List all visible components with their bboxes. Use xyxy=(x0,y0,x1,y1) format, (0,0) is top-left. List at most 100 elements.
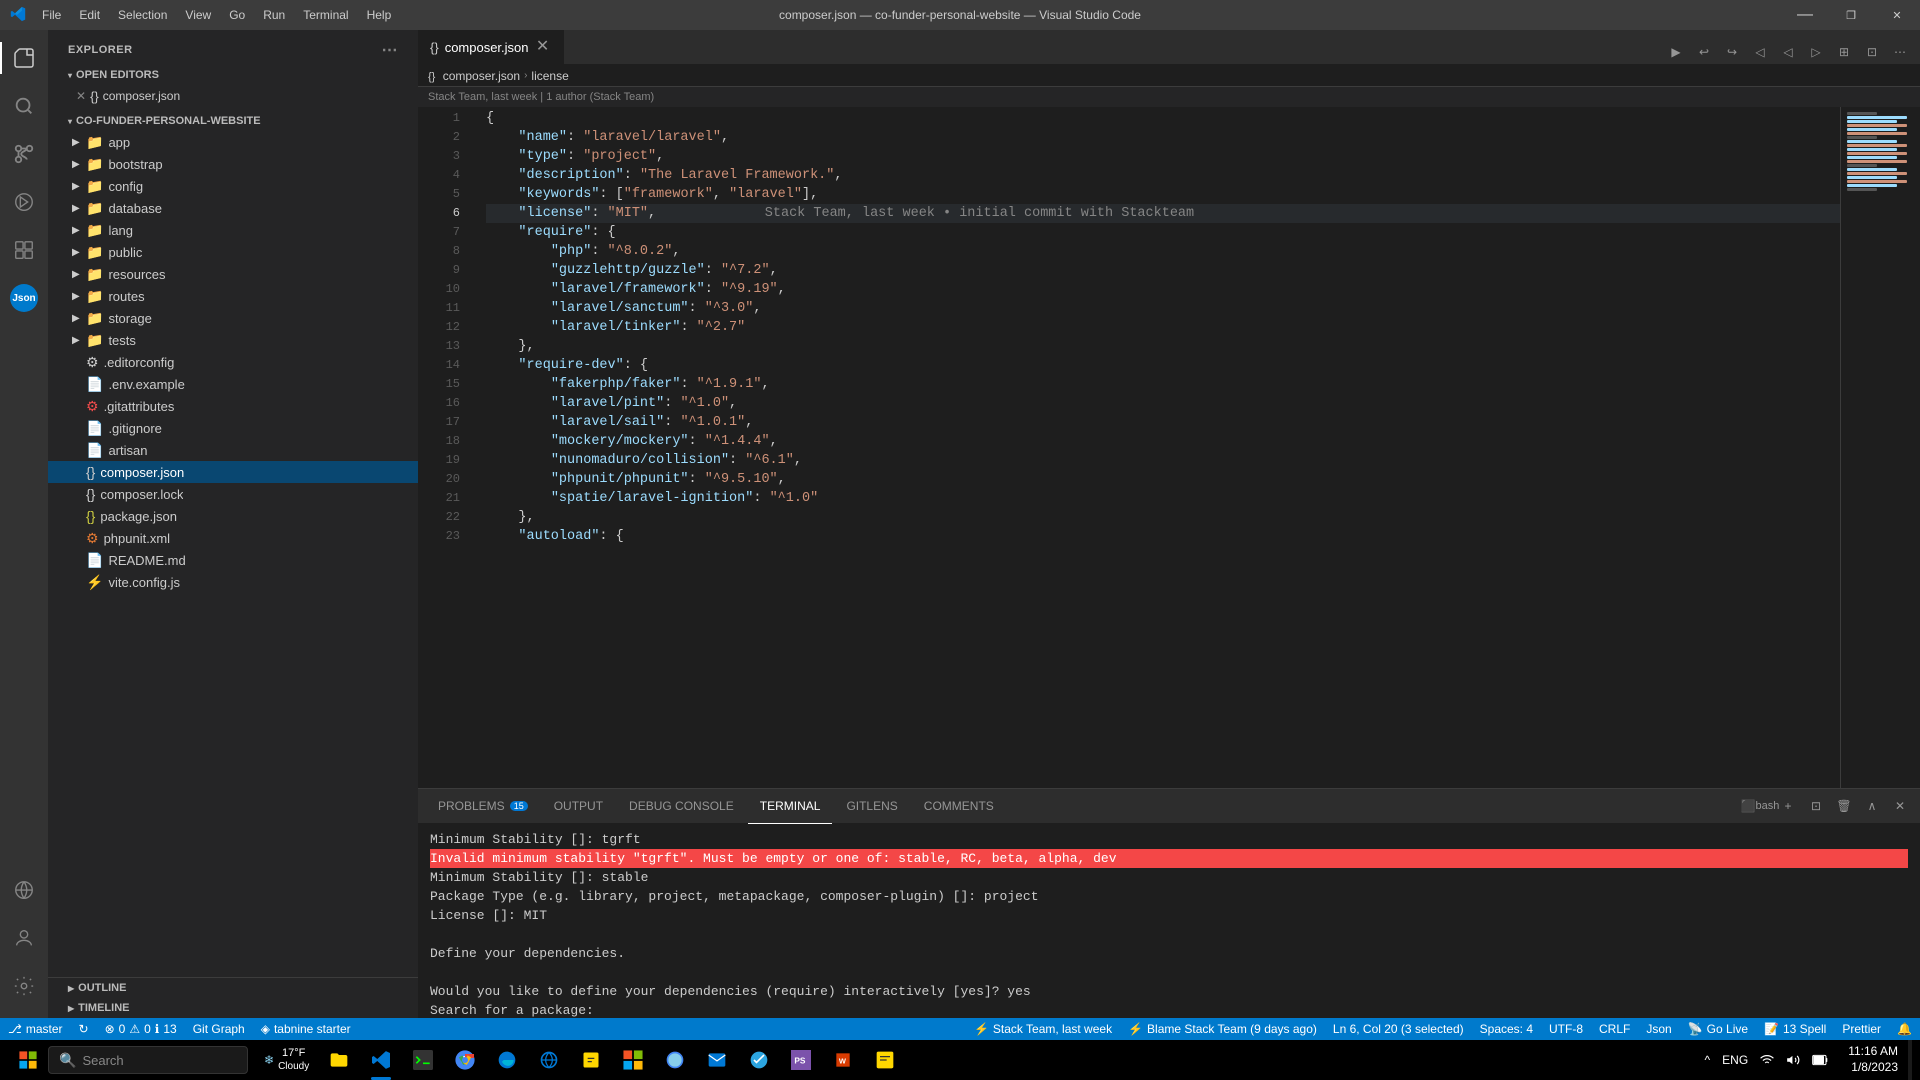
status-prettier[interactable]: Prettier xyxy=(1834,1018,1889,1040)
open-in-browser[interactable]: ⊞ xyxy=(1832,40,1856,64)
activity-remote[interactable] xyxy=(0,866,48,914)
split-terminal[interactable]: ⊡ xyxy=(1804,794,1828,818)
taskbar-clock[interactable]: 11:16 AM 1/8/2023 xyxy=(1840,1044,1906,1075)
code-content[interactable]: { "name": "laravel/laravel", "type": "pr… xyxy=(470,107,1840,788)
status-spaces[interactable]: Spaces: 4 xyxy=(1472,1018,1541,1040)
maximize-button[interactable]: ❐ xyxy=(1828,0,1874,30)
tree-item-viteconfig[interactable]: ⚡ vite.config.js xyxy=(48,571,418,593)
nav-next[interactable]: ▷ xyxy=(1804,40,1828,64)
tree-item-composer-json[interactable]: {} composer.json xyxy=(48,461,418,483)
status-line-ending[interactable]: CRLF xyxy=(1591,1018,1638,1040)
timeline-section[interactable]: ▶ TIMELINE xyxy=(48,998,418,1018)
taskbar-search-box[interactable]: 🔍 Search xyxy=(48,1046,248,1074)
menu-terminal[interactable]: Terminal xyxy=(295,6,356,24)
tree-item-gitignore[interactable]: 📄 .gitignore xyxy=(48,417,418,439)
tray-lang[interactable]: ENG xyxy=(1718,1053,1752,1067)
tree-item-config[interactable]: ▶ 📁 config xyxy=(48,175,418,197)
tree-item-artisan[interactable]: 📄 artisan xyxy=(48,439,418,461)
split-editor[interactable]: ⊡ xyxy=(1860,40,1884,64)
status-encoding[interactable]: UTF-8 xyxy=(1541,1018,1591,1040)
taskbar-terminal[interactable] xyxy=(403,1040,443,1080)
tree-item-editorconfig[interactable]: ⚙ .editorconfig xyxy=(48,351,418,373)
tree-item-envexample[interactable]: 📄 .env.example xyxy=(48,373,418,395)
debug-back[interactable]: ↩ xyxy=(1692,40,1716,64)
tray-volume[interactable] xyxy=(1782,1053,1804,1067)
activity-git[interactable] xyxy=(0,130,48,178)
tree-item-resources[interactable]: ▶ 📁 resources xyxy=(48,263,418,285)
close-panel[interactable]: ✕ xyxy=(1888,794,1912,818)
tree-item-package-json[interactable]: {} package.json xyxy=(48,505,418,527)
tree-item-routes[interactable]: ▶ 📁 routes xyxy=(48,285,418,307)
taskbar-file-explorer[interactable] xyxy=(319,1040,359,1080)
menu-view[interactable]: View xyxy=(177,6,219,24)
tray-network[interactable] xyxy=(1756,1053,1778,1067)
menu-edit[interactable]: Edit xyxy=(71,6,108,24)
code-editor[interactable]: 1 2 3 4 5 6 7 8 9 10 11 12 13 14 15 16 1 xyxy=(418,107,1920,788)
tab-close-button[interactable]: ✕ xyxy=(535,39,551,55)
taskbar-vscode[interactable] xyxy=(361,1040,401,1080)
tree-item-public[interactable]: ▶ 📁 public xyxy=(48,241,418,263)
status-sync[interactable]: ↻ xyxy=(71,1018,97,1040)
terminal-content[interactable]: Minimum Stability []: tgrft Invalid mini… xyxy=(418,824,1920,1018)
taskbar-internet[interactable] xyxy=(655,1040,695,1080)
taskbar-telegram[interactable] xyxy=(739,1040,779,1080)
taskbar-sticky[interactable] xyxy=(865,1040,905,1080)
status-errors[interactable]: ⊗ 0 ⚠ 0 ℹ 13 xyxy=(97,1018,185,1040)
status-language[interactable]: Json xyxy=(1638,1018,1679,1040)
new-terminal-button[interactable]: ⬛ bash xyxy=(1748,794,1772,818)
taskbar-chrome[interactable] xyxy=(445,1040,485,1080)
status-spell[interactable]: 📝 13 Spell xyxy=(1756,1018,1834,1040)
status-stack-team[interactable]: ⚡ Stack Team, last week xyxy=(966,1018,1120,1040)
menu-bar[interactable]: File Edit Selection View Go Run Terminal… xyxy=(34,6,399,24)
taskbar-office[interactable]: W xyxy=(823,1040,863,1080)
debug-forward[interactable]: ↪ xyxy=(1720,40,1744,64)
activity-search[interactable] xyxy=(0,82,48,130)
tab-output[interactable]: OUTPUT xyxy=(542,789,615,824)
more-actions[interactable]: ⋯ xyxy=(1888,40,1912,64)
activity-extensions[interactable] xyxy=(0,226,48,274)
window-controls[interactable]: — ❐ ✕ xyxy=(1782,0,1920,30)
tab-composer-json[interactable]: {} composer.json ✕ xyxy=(418,30,564,64)
project-section[interactable]: ▾ CO-FUNDER-PERSONAL-WEBSITE xyxy=(48,111,418,131)
breadcrumb-file[interactable]: {} composer.json xyxy=(428,69,520,83)
status-position[interactable]: Ln 6, Col 20 (3 selected) xyxy=(1325,1018,1472,1040)
tree-item-database[interactable]: ▶ 📁 database xyxy=(48,197,418,219)
tree-item-readme[interactable]: 📄 README.md xyxy=(48,549,418,571)
tree-item-tests[interactable]: ▶ 📁 tests xyxy=(48,329,418,351)
status-go-live[interactable]: 📡 Go Live xyxy=(1680,1018,1756,1040)
tab-problems[interactable]: PROBLEMS 15 xyxy=(426,789,540,824)
activity-settings[interactable] xyxy=(0,962,48,1010)
tree-item-composer-lock[interactable]: {} composer.lock xyxy=(48,483,418,505)
status-branch[interactable]: ⎇ master xyxy=(0,1018,71,1040)
activity-account[interactable] xyxy=(0,914,48,962)
show-desktop[interactable] xyxy=(1908,1040,1912,1080)
tray-battery[interactable] xyxy=(1808,1054,1832,1066)
breadcrumb-section[interactable]: license xyxy=(531,69,568,83)
taskbar-store[interactable] xyxy=(613,1040,653,1080)
activity-explorer[interactable] xyxy=(0,34,48,82)
menu-help[interactable]: Help xyxy=(359,6,400,24)
maximize-panel[interactable]: ∧ xyxy=(1860,794,1884,818)
add-terminal[interactable]: + xyxy=(1776,794,1800,818)
status-notifications[interactable]: 🔔 xyxy=(1889,1018,1920,1040)
tree-item-lang[interactable]: ▶ 📁 lang xyxy=(48,219,418,241)
run-button[interactable]: ▶ xyxy=(1664,40,1688,64)
status-git-graph[interactable]: Git Graph xyxy=(185,1018,253,1040)
outline-section[interactable]: ▶ OUTLINE xyxy=(48,977,418,998)
tray-chevron[interactable]: ^ xyxy=(1701,1053,1715,1067)
menu-selection[interactable]: Selection xyxy=(110,6,175,24)
taskbar-edge[interactable] xyxy=(487,1040,527,1080)
explorer-more[interactable]: ⋯ xyxy=(382,40,399,60)
tree-item-gitattributes[interactable]: ⚙ .gitattributes xyxy=(48,395,418,417)
tree-item-phpunit[interactable]: ⚙ phpunit.xml xyxy=(48,527,418,549)
tree-item-storage[interactable]: ▶ 📁 storage xyxy=(48,307,418,329)
status-tabnine[interactable]: ◈ tabnine starter xyxy=(253,1018,359,1040)
tab-comments[interactable]: COMMENTS xyxy=(912,789,1006,824)
taskbar-weather[interactable]: ❄ 17°F Cloudy xyxy=(256,1040,317,1080)
tab-debug-console[interactable]: DEBUG CONSOLE xyxy=(617,789,746,824)
menu-go[interactable]: Go xyxy=(221,6,253,24)
taskbar-phpstorm[interactable]: PS xyxy=(781,1040,821,1080)
nav-prev[interactable]: ◁ xyxy=(1776,40,1800,64)
start-button[interactable] xyxy=(8,1040,48,1080)
tab-terminal[interactable]: TERMINAL xyxy=(748,789,833,824)
